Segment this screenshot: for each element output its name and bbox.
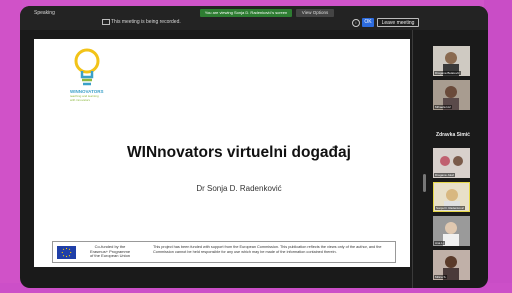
eu-footer: Co-funded by the Erasmus+ Programme of t… (52, 241, 396, 263)
recording-notice: This meeting is being recorded. (111, 19, 181, 25)
slide-subtitle: Dr Sonja D. Radenković (196, 184, 282, 193)
disclaimer-text: This project has been funded with suppor… (153, 245, 382, 254)
participant-name: Milica S. (434, 275, 448, 279)
participant-tile-active-speaker[interactable]: Sonja D. Radenković (433, 182, 470, 212)
participant-name: Dragana Jokić (434, 173, 456, 177)
participant-name: Sonja D. Radenković (435, 206, 466, 210)
photo-frame: Speaking This meeting is being recorded.… (0, 0, 512, 293)
participant-name: Dragana Bulatović (434, 71, 461, 75)
cofund-text: Co-funded by the Erasmus+ Programme of t… (89, 244, 131, 259)
participant-tile[interactable]: Mihaela Ivić (433, 80, 470, 110)
recording-icon (102, 19, 110, 25)
slide-title: WINnovators virtuelni događaj (127, 144, 351, 161)
meeting-window: Speaking This meeting is being recorded.… (20, 6, 488, 288)
participant-tile[interactable]: Milica S. (433, 250, 470, 280)
info-icon[interactable]: i (352, 19, 360, 27)
participant-name: Ana Lj. (434, 241, 446, 245)
shared-slide: WINNOVATORS teaching and learning with i… (34, 39, 410, 267)
brand-tagline: teaching and learning with innovators (70, 94, 99, 102)
lightbulb-logo-icon (74, 48, 100, 86)
ok-button[interactable]: OK (362, 18, 374, 27)
eu-flag-icon (57, 246, 76, 259)
background-right (484, 0, 512, 293)
participant-name: Mihaela Ivić (434, 105, 452, 109)
leave-meeting-button[interactable]: Leave meeting (377, 18, 419, 27)
screen-share-banner: You are viewing Sonja D. Radenković's sc… (200, 9, 292, 17)
window-title: Speaking (34, 10, 55, 16)
view-options-button[interactable]: View Options (296, 9, 334, 17)
participant-tile[interactable]: Dragana Bulatović (433, 46, 470, 76)
participant-tile[interactable]: Dragana Jokić (433, 148, 470, 178)
featured-participant-name: Zdravka Simić (436, 132, 470, 138)
meeting-topbar: Speaking This meeting is being recorded.… (20, 6, 488, 30)
panel-divider (412, 30, 413, 288)
background-left (0, 0, 22, 293)
panel-scrollbar[interactable] (423, 174, 426, 192)
participant-tile[interactable]: Ana Lj. (433, 216, 470, 246)
